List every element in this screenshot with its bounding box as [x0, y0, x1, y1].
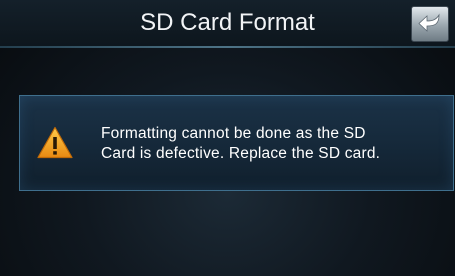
screen: SD Card Format Formatting cannot be done…: [0, 0, 455, 276]
dialog-message: Formatting cannot be done as the SD Card…: [101, 124, 451, 164]
error-dialog: Formatting cannot be done as the SD Card…: [19, 95, 454, 191]
header-bar: SD Card Format: [0, 0, 455, 46]
dialog-message-line-1: Formatting cannot be done as the SD: [101, 125, 366, 142]
warning-icon: [37, 126, 73, 159]
header-divider: [0, 46, 455, 48]
back-button[interactable]: [411, 6, 449, 42]
back-arrow-icon: [418, 13, 440, 32]
dialog-message-line-2: Card is defective. Replace the SD card.: [101, 145, 381, 162]
page-title: SD Card Format: [140, 9, 315, 36]
